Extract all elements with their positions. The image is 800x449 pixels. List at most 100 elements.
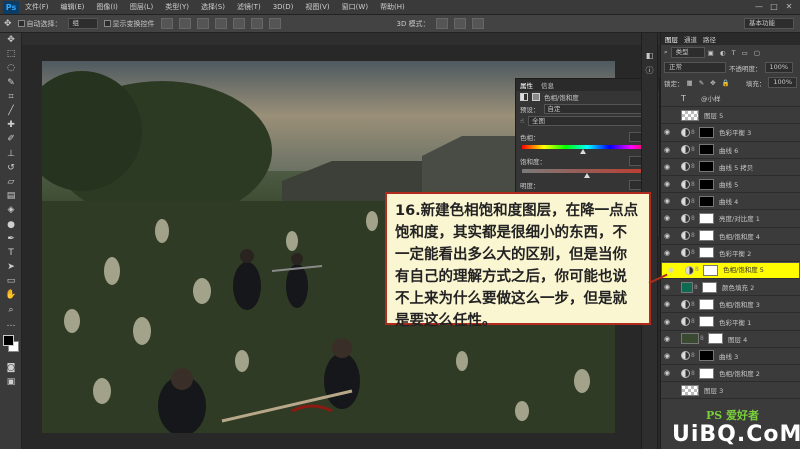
mask-icon[interactable] [532, 93, 540, 101]
link-icon[interactable]: 8 [694, 284, 700, 291]
type-tool-icon[interactable]: T [0, 246, 22, 260]
layer-row[interactable]: ◉ 8 图层 4 [661, 331, 800, 348]
link-icon[interactable]: 8 [691, 232, 697, 239]
layer-row[interactable]: ◉ 8 色相/饱和度 3 [661, 296, 800, 314]
link-icon[interactable]: 8 [691, 163, 697, 170]
tab-properties[interactable]: 属性 [520, 80, 533, 90]
more-tools-icon[interactable]: … [0, 317, 22, 331]
align-top-icon[interactable] [160, 18, 173, 29]
maximize-button[interactable]: □ [768, 2, 780, 12]
workspace-dropdown[interactable]: 基本功能 [744, 18, 794, 29]
align-left-icon[interactable] [214, 18, 227, 29]
link-icon[interactable]: 8 [691, 370, 697, 377]
shape-tool-icon[interactable]: ▭ [0, 274, 22, 288]
layer-row[interactable]: ◉ 8 曲线 5 拷贝 [661, 159, 800, 176]
distribute-icon[interactable] [268, 18, 281, 29]
layer-row[interactable]: ◉ 8 亮度/对比度 1 [661, 210, 800, 228]
layer-row[interactable]: 图层 5 [661, 107, 800, 125]
saturation-slider-thumb[interactable] [584, 173, 590, 178]
auto-select-checkbox[interactable]: 自动选择： [17, 19, 62, 29]
color-swatches[interactable] [0, 334, 21, 361]
marquee-tool-icon[interactable]: ⬚ [0, 47, 22, 61]
opacity-input[interactable]: 100% [764, 62, 794, 73]
align-right-icon[interactable] [250, 18, 263, 29]
layer-mask-thumbnail[interactable] [699, 367, 714, 379]
layer-row[interactable]: ◉ 8 颜色填充 2 [661, 279, 800, 297]
preset-dropdown[interactable]: 自定 [543, 104, 655, 114]
layer-mask-thumbnail[interactable] [699, 230, 714, 242]
3d-pan-icon[interactable] [471, 18, 484, 29]
clone-stamp-tool-icon[interactable]: ⊥ [0, 147, 22, 161]
auto-select-dropdown[interactable]: 组 [67, 18, 98, 29]
3d-roll-icon[interactable] [453, 18, 466, 29]
menu-window[interactable]: 窗口(W) [336, 2, 374, 12]
link-icon[interactable]: 8 [691, 146, 697, 153]
menu-3d[interactable]: 3D(D) [267, 3, 300, 11]
link-icon[interactable]: 8 [691, 249, 697, 256]
menu-image[interactable]: 图像(I) [90, 2, 124, 12]
tab-channels[interactable]: 通道 [684, 34, 697, 44]
layer-mask-thumbnail[interactable] [708, 333, 723, 345]
link-icon[interactable]: 8 [700, 335, 706, 342]
hand-adjust-icon[interactable]: ☝ [520, 117, 524, 125]
move-tool-icon[interactable]: ✥ [0, 33, 22, 47]
link-icon[interactable]: 8 [691, 129, 697, 136]
layer-mask-thumbnail[interactable] [699, 247, 714, 259]
menu-view[interactable]: 视图(V) [299, 2, 335, 12]
menu-select[interactable]: 选择(S) [195, 2, 231, 12]
layer-mask-thumbnail[interactable] [699, 161, 714, 173]
quick-select-tool-icon[interactable]: ✎ [0, 76, 22, 90]
layer-row[interactable]: T @小样 [661, 90, 800, 108]
layer-mask-thumbnail[interactable] [699, 316, 714, 328]
gradient-tool-icon[interactable]: ▤ [0, 189, 22, 203]
layer-row[interactable]: ◉ 8 色相/饱和度 2 [661, 365, 800, 383]
layer-row[interactable]: ◉ 8 曲线 6 [661, 142, 800, 159]
visibility-eye-icon[interactable]: ◉ [661, 197, 673, 205]
layer-row[interactable]: ◉ 8 曲线 4 [661, 193, 800, 211]
blend-mode-dropdown[interactable]: 正常 [664, 62, 726, 73]
visibility-eye-icon[interactable]: ◉ [661, 232, 673, 240]
info-panel-icon[interactable]: ⓘ [642, 65, 657, 79]
layer-mask-thumbnail[interactable] [702, 281, 717, 293]
tab-paths[interactable]: 路径 [703, 34, 716, 44]
screen-mode-icon[interactable]: ▣ [0, 375, 22, 389]
menu-edit[interactable]: 编辑(E) [55, 2, 91, 12]
tab-layers[interactable]: 图层 [665, 34, 678, 44]
link-icon[interactable]: 8 [691, 318, 697, 325]
hue-slider[interactable] [522, 145, 653, 154]
lock-icons[interactable]: ▦ ✎ ✥ 🔒 [687, 79, 732, 87]
menu-type[interactable]: 类型(Y) [159, 2, 195, 12]
visibility-eye-icon[interactable]: ◉ [661, 283, 673, 291]
brush-tool-icon[interactable]: ✐ [0, 132, 22, 146]
visibility-eye-icon[interactable]: ◉ [661, 214, 673, 222]
visibility-eye-icon[interactable]: ◉ [661, 369, 673, 377]
fill-input[interactable]: 100% [768, 77, 797, 88]
visibility-eye-icon[interactable]: ◉ [661, 163, 673, 171]
layer-row[interactable]: 图层 3 [661, 382, 800, 400]
layer-mask-thumbnail[interactable] [703, 264, 718, 276]
move-tool-icon[interactable]: ✥ [4, 19, 12, 29]
layer-mask-thumbnail[interactable] [699, 126, 714, 138]
tab-info[interactable]: 信息 [541, 80, 554, 90]
link-icon[interactable]: 8 [691, 215, 697, 222]
link-icon[interactable]: 8 [691, 198, 697, 205]
history-brush-tool-icon[interactable]: ↺ [0, 161, 22, 175]
foreground-color-swatch[interactable] [3, 334, 14, 346]
quick-mask-icon[interactable]: ◙ [0, 361, 22, 375]
align-center-icon[interactable] [232, 18, 245, 29]
align-middle-icon[interactable] [178, 18, 191, 29]
channel-dropdown[interactable]: 全图 [527, 116, 655, 126]
layer-row[interactable]: ◉ 8 曲线 5 [661, 176, 800, 194]
filter-icons[interactable]: ▣ ◐ T ▭ ▢ [708, 49, 762, 57]
visibility-eye-icon[interactable]: ◉ [661, 180, 673, 188]
layer-row[interactable]: ◉ 8 色彩平衡 2 [661, 245, 800, 262]
layer-row[interactable]: ◉ 8 色相/饱和度 5 [661, 261, 800, 280]
visibility-eye-icon[interactable]: ◉ [661, 318, 673, 326]
visibility-eye-icon[interactable]: ◉ [661, 146, 673, 154]
layer-row[interactable]: ◉ 8 色彩平衡 3 [661, 124, 800, 142]
3d-rotate-icon[interactable] [435, 18, 448, 29]
healing-tool-icon[interactable]: ✚ [0, 118, 22, 132]
layer-mask-thumbnail[interactable] [699, 350, 714, 362]
zoom-tool-icon[interactable]: ⌕ [0, 303, 22, 317]
visibility-eye-icon[interactable]: ◉ [661, 352, 673, 360]
